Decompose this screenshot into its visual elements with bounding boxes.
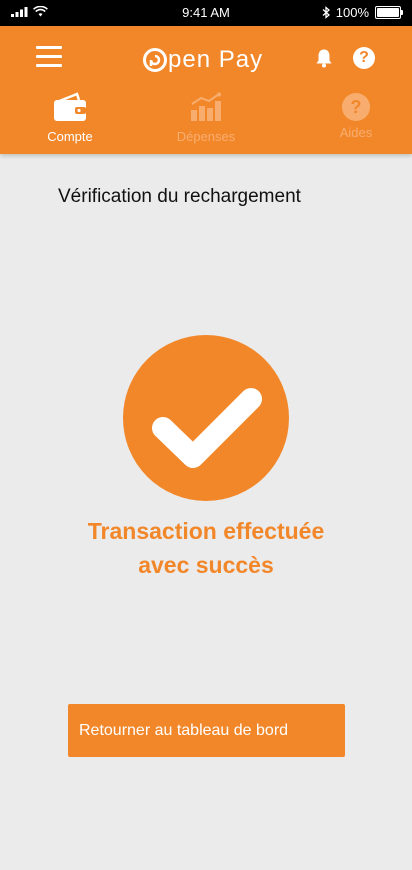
checkmark-icon — [152, 388, 262, 468]
bell-icon[interactable] — [315, 48, 333, 68]
svg-text:?: ? — [351, 97, 362, 117]
hamburger-menu-icon[interactable] — [36, 46, 62, 68]
back-to-dashboard-button[interactable]: Retourner au tableau de bord — [68, 704, 345, 757]
success-message: Transaction effectuée avec succès — [0, 514, 412, 582]
status-right: 100% — [322, 5, 403, 20]
tab-depenses-label: Dépenses — [176, 129, 236, 144]
tab-compte-label: Compte — [47, 129, 93, 144]
page-title: Vérification du rechargement — [58, 186, 301, 207]
app-header: pen Pay ? Compte Dépenses ? Aides — [0, 26, 412, 154]
tab-aides-label: Aides — [339, 125, 373, 140]
success-circle — [123, 335, 289, 501]
status-bar: 9:41 AM 100% — [0, 0, 412, 26]
battery-percent: 100% — [335, 5, 369, 20]
success-line-2: avec succès — [138, 552, 274, 578]
tab-depenses[interactable]: Dépenses — [168, 90, 244, 150]
tab-compte[interactable]: Compte — [34, 90, 106, 150]
bluetooth-icon — [322, 6, 330, 19]
bar-chart-icon — [191, 92, 221, 121]
open-pay-logo: pen Pay — [142, 42, 263, 78]
wallet-icon — [54, 92, 86, 121]
logo-o-icon — [143, 48, 167, 72]
success-line-1: Transaction effectuée — [87, 518, 325, 544]
battery-icon — [375, 6, 403, 19]
tab-bar: Compte Dépenses ? Aides — [0, 90, 412, 150]
logo-text: pen Pay — [168, 46, 264, 73]
help-circle-icon: ? — [342, 93, 370, 121]
tab-aides[interactable]: ? Aides — [328, 90, 384, 150]
help-icon[interactable]: ? — [353, 47, 375, 69]
